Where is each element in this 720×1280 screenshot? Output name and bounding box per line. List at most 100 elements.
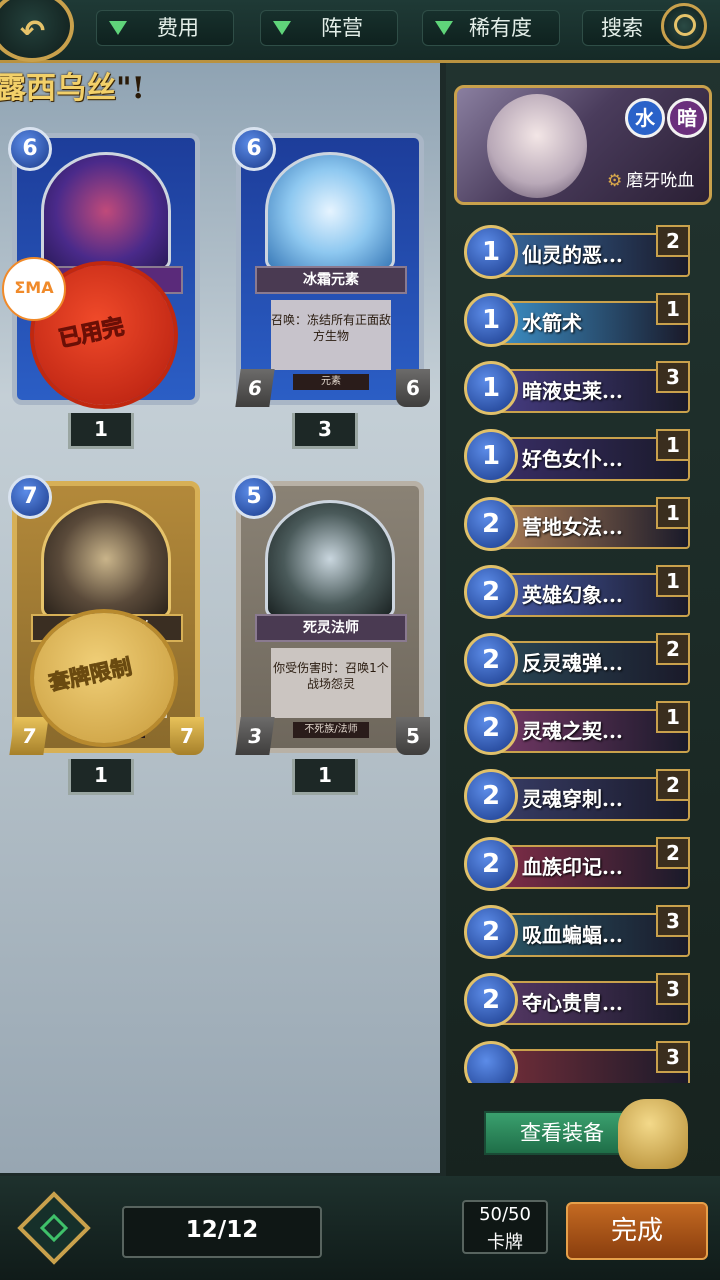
deck-item-count: 1	[656, 293, 690, 325]
deck-list-item[interactable]: 2 血族印记... 2	[464, 837, 696, 895]
deck-list-item[interactable]: 1 仙灵的恶... 2	[464, 225, 696, 283]
hero-portrait[interactable]: 水 暗 磨牙吮血	[454, 85, 712, 205]
deck-item-name: 好色女仆...	[522, 447, 623, 471]
deck-item-count: 2	[656, 633, 690, 665]
deck-item-name: 仙灵的恶...	[522, 243, 623, 267]
deck-list-item[interactable]: 2 反灵魂弹... 2	[464, 633, 696, 691]
card-cost: 6	[8, 127, 52, 171]
bottom-bar: 12/12 50/50 卡牌 完成	[0, 1176, 720, 1280]
deck-list-item[interactable]: 2 吸血蝙蝠... 3	[464, 905, 696, 963]
deck-item-count: 2	[656, 225, 690, 257]
back-button[interactable]: ↶	[0, 0, 74, 62]
deck-item-cost: 2	[464, 837, 518, 891]
deck-item-name: 灵魂之契...	[522, 719, 623, 743]
deck-item-name: 英雄幻象...	[522, 583, 623, 607]
deck-list-item[interactable]: 2 灵魂之契... 1	[464, 701, 696, 759]
card-text: 你受伤害时：召唤1个战场怨灵	[271, 648, 391, 718]
card-attack: 7	[9, 717, 49, 755]
dropdown-triangle-icon	[435, 21, 453, 35]
deck-item-cost: 2	[464, 905, 518, 959]
card-attack: 6	[235, 369, 275, 407]
deck-item-cost: 1	[464, 429, 518, 483]
deck-item-cost: 2	[464, 633, 518, 687]
deck-card-list[interactable]: 1 仙灵的恶... 2 1 水箭术 1 1 暗液史莱... 3 1 好色女仆... 1 2 营地女法...…	[464, 225, 700, 1083]
filter-rarity-button[interactable]: 稀有度	[422, 10, 560, 46]
card-text: 召唤：冻结所有正面敌方生物	[271, 300, 391, 370]
deck-list-item[interactable]: 2 夺心贵胄... 3	[464, 973, 696, 1031]
hero-skill-label: 磨牙吮血	[607, 166, 694, 191]
card-tribe: 不死族/法师	[293, 722, 369, 738]
deck-panel: 水 暗 磨牙吮血 1仙灵的恶...21水箭术11暗液史莱...31好色女仆...…	[446, 63, 720, 1183]
card-count-tag: 1	[68, 413, 134, 449]
deck-item-count: 2	[656, 837, 690, 869]
deck-item-count: 3	[656, 905, 690, 937]
search-icon	[661, 3, 707, 49]
deck-list-item[interactable]: 1 水箭术 1	[464, 293, 696, 351]
filter-faction-button[interactable]: 阵营	[260, 10, 398, 46]
card-art	[41, 152, 171, 270]
view-equipment-button[interactable]: 查看装备	[484, 1111, 640, 1155]
card-count-box: 50/50 卡牌	[462, 1200, 548, 1254]
deck-item-name: 夺心贵胄...	[522, 991, 623, 1015]
deck-list-item[interactable]: 3	[464, 1041, 696, 1083]
deck-item-cost: 1	[464, 225, 518, 279]
deck-item-cost: 2	[464, 973, 518, 1027]
element-dark-badge: 暗	[667, 98, 707, 138]
helmet-icon	[618, 1099, 688, 1169]
deck-item-cost: 2	[464, 701, 518, 755]
deck-item-cost: 1	[464, 293, 518, 347]
search-button[interactable]: 搜索	[582, 3, 707, 49]
filter-rarity-label: 稀有度	[469, 16, 532, 40]
card-health: 6	[396, 369, 430, 407]
deck-item-name: 营地女法...	[522, 515, 623, 539]
deck-item-count: 1	[656, 497, 690, 529]
deck-item-count: 1	[656, 565, 690, 597]
card-attack: 3	[235, 717, 275, 755]
card-art	[265, 500, 395, 618]
card-tribe: 元素	[293, 374, 369, 390]
deck-item-count: 3	[656, 361, 690, 393]
card-cost: 5	[232, 475, 276, 519]
deck-item-count: 1	[656, 701, 690, 733]
deck-item-cost: 1	[464, 361, 518, 415]
deck-menu-icon[interactable]	[17, 1191, 91, 1265]
card-name-ribbon: 死灵法师	[255, 614, 407, 642]
watermark-logo: ΣMA	[2, 257, 66, 321]
card-health: 7	[170, 717, 204, 755]
dropdown-triangle-icon	[273, 21, 291, 35]
deck-list-item[interactable]: 1 暗液史莱... 3	[464, 361, 696, 419]
deck-item-count: 2	[656, 769, 690, 801]
search-label: 搜索	[601, 16, 643, 40]
dropdown-triangle-icon	[109, 21, 127, 35]
top-bar: ↶ 费用 阵营 稀有度 搜索	[0, 0, 720, 63]
card-art	[265, 152, 395, 270]
card-count-tag: 1	[68, 759, 134, 795]
deck-list-item[interactable]: 2 英雄幻象... 1	[464, 565, 696, 623]
card-name-ribbon: 冰霜元素	[255, 266, 407, 294]
deck-item-count: 1	[656, 429, 690, 461]
card-4[interactable]: 死灵法师 你受伤害时：召唤1个战场怨灵 不死族/法师	[236, 481, 424, 753]
deck-item-name: 血族印记...	[522, 855, 623, 879]
deck-item-count: 3	[656, 1041, 690, 1073]
filter-cost-button[interactable]: 费用	[96, 10, 234, 46]
filter-faction-label: 阵营	[321, 16, 363, 40]
deck-list-item[interactable]: 2 灵魂穿刺... 2	[464, 769, 696, 827]
card-collection-area: 露西乌丝"! 6 1 冰霜元素 召唤：冻结所有正面敌方生物 元素 6 6 6 3…	[0, 63, 440, 1173]
hero-face	[487, 94, 587, 198]
card-cost: 6	[232, 127, 276, 171]
deck-item-name: 吸血蝙蝠...	[522, 923, 623, 947]
card-count-tag: 3	[292, 413, 358, 449]
deck-item-name: 灵魂穿刺...	[522, 787, 623, 811]
card-2[interactable]: 冰霜元素 召唤：冻结所有正面敌方生物 元素	[236, 133, 424, 405]
done-button[interactable]: 完成	[566, 1202, 708, 1260]
card-health: 5	[396, 717, 430, 755]
card-count-label: 卡牌	[487, 1232, 523, 1253]
deck-list-item[interactable]: 2 营地女法... 1	[464, 497, 696, 555]
deck-item-name: 暗液史莱...	[522, 379, 623, 403]
deck-list-item[interactable]: 1 好色女仆... 1	[464, 429, 696, 487]
deck-item-cost: 2	[464, 497, 518, 551]
deck-item-count: 3	[656, 973, 690, 1005]
banner-text: 露西乌丝"!	[0, 71, 145, 106]
deck-item-cost	[464, 1041, 518, 1083]
card-art	[41, 500, 171, 618]
